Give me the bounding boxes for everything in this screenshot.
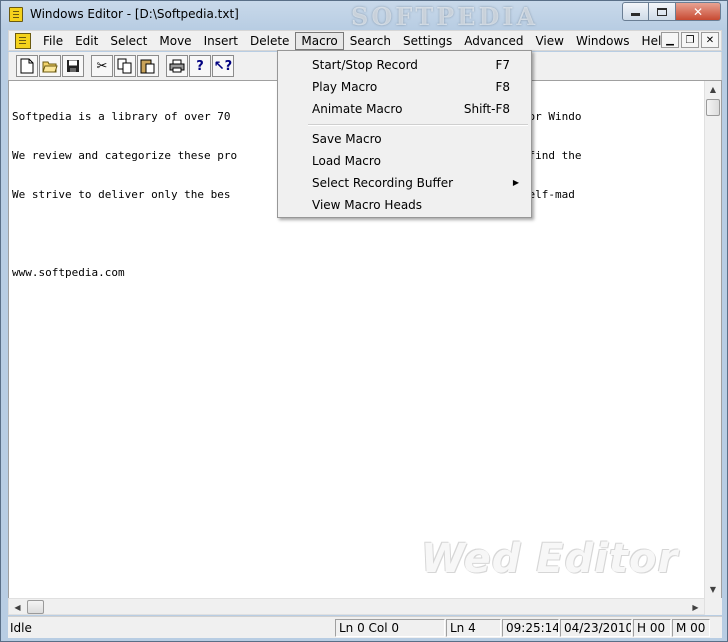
context-help-button[interactable]: ↖? <box>212 55 234 77</box>
paste-button[interactable] <box>137 55 159 77</box>
open-file-button[interactable] <box>39 55 61 77</box>
menu-windows[interactable]: Windows <box>570 32 636 50</box>
minimize-button[interactable] <box>622 2 649 21</box>
scroll-up-icon[interactable]: ▲ <box>705 81 721 98</box>
print-button[interactable] <box>166 55 188 77</box>
title-bar[interactable]: Windows Editor - [D:\Softpedia.txt] SOFT… <box>1 1 727 31</box>
menu-item-animate-macro[interactable]: Animate Macro Shift-F8 <box>280 98 529 120</box>
vertical-scroll-thumb[interactable] <box>706 99 720 116</box>
help-button[interactable]: ? <box>189 55 211 77</box>
open-folder-icon <box>42 61 58 73</box>
shortcut-label: F8 <box>495 80 510 94</box>
close-icon: ✕ <box>692 4 704 19</box>
editor-window: Windows Editor - [D:\Softpedia.txt] SOFT… <box>0 0 728 642</box>
status-position: Ln 0 Col 0 <box>335 619 445 637</box>
scroll-corner <box>705 598 722 615</box>
new-file-icon <box>20 58 34 74</box>
menu-advanced[interactable]: Advanced <box>458 32 529 50</box>
status-time: 09:25:14 <box>502 619 559 637</box>
status-line-count: Ln 4 <box>446 619 501 637</box>
menu-item-select-recording-buffer[interactable]: Select Recording Buffer ▶ <box>280 172 529 194</box>
submenu-arrow-icon: ▶ <box>512 178 519 187</box>
paste-icon <box>140 59 155 74</box>
menu-delete[interactable]: Delete <box>244 32 295 50</box>
scroll-down-icon[interactable]: ▼ <box>705 581 721 598</box>
menu-item-start-stop-record[interactable]: Start/Stop Record F7 <box>280 54 529 76</box>
restore-icon: ❐ <box>685 34 695 46</box>
menu-item-label: Play Macro <box>312 80 378 94</box>
app-notepad-icon[interactable] <box>9 7 23 22</box>
horizontal-scrollbar[interactable]: ◀ ▶ <box>8 598 705 615</box>
document-caption-buttons: ▁ ❐ ✕ <box>661 32 719 48</box>
doc-minimize-button[interactable]: ▁ <box>661 32 679 48</box>
window-title: Windows Editor - [D:\Softpedia.txt] <box>30 7 239 21</box>
doc-close-button[interactable]: ✕ <box>701 32 719 48</box>
status-hours: H 00 <box>633 619 671 637</box>
menu-item-load-macro[interactable]: Load Macro <box>280 150 529 172</box>
status-state: Idle <box>10 621 32 635</box>
scroll-left-icon[interactable]: ◀ <box>9 599 26 615</box>
help-icon: ? <box>196 58 204 74</box>
menu-settings[interactable]: Settings <box>397 32 458 50</box>
vertical-scrollbar[interactable]: ▲ ▼ <box>704 81 721 598</box>
copy-button[interactable] <box>114 55 136 77</box>
status-bar: Idle Ln 0 Col 0 Ln 4 09:25:14 04/23/2010… <box>8 616 722 638</box>
print-icon <box>169 59 185 73</box>
menu-item-save-macro[interactable]: Save Macro <box>280 128 529 150</box>
doc-restore-button[interactable]: ❐ <box>681 32 699 48</box>
softpedia-watermark: SOFTPEDIA <box>351 2 539 31</box>
menu-move[interactable]: Move <box>153 32 197 50</box>
minimize-icon <box>631 13 640 16</box>
close-icon: ✕ <box>705 34 715 46</box>
menu-item-label: Start/Stop Record <box>312 58 418 72</box>
menu-item-play-macro[interactable]: Play Macro F8 <box>280 76 529 98</box>
menu-macro[interactable]: Macro <box>295 31 344 50</box>
maximize-icon <box>657 7 667 16</box>
new-file-button[interactable] <box>16 55 38 77</box>
menu-item-label: Load Macro <box>312 154 381 168</box>
minimize-icon: ▁ <box>666 34 674 46</box>
close-button[interactable]: ✕ <box>676 2 721 21</box>
wed-editor-watermark: Wed Editor <box>421 536 679 582</box>
document-icon[interactable] <box>15 32 31 49</box>
menu-item-label: View Macro Heads <box>312 198 423 212</box>
menu-bar: File Edit Select Move Insert Delete Macr… <box>8 30 722 51</box>
copy-icon <box>117 58 132 74</box>
menu-separator <box>308 124 528 126</box>
text-line: ​ <box>12 227 582 240</box>
macro-menu-dropdown: Start/Stop Record F7 Play Macro F8 Anima… <box>277 50 532 218</box>
text-line: www.softpedia.com <box>12 266 125 279</box>
menu-item-label: Animate Macro <box>312 102 403 116</box>
save-icon <box>67 60 79 72</box>
menu-search[interactable]: Search <box>344 32 397 50</box>
scroll-right-icon[interactable]: ▶ <box>687 599 704 615</box>
menu-item-label: Select Recording Buffer <box>312 176 454 190</box>
menu-item-view-macro-heads[interactable]: View Macro Heads <box>280 194 529 216</box>
maximize-button[interactable] <box>649 2 676 21</box>
cut-button[interactable]: ✂ <box>91 55 113 77</box>
menu-edit[interactable]: Edit <box>69 32 104 50</box>
menu-select[interactable]: Select <box>104 32 153 50</box>
shortcut-label: Shift-F8 <box>463 102 510 116</box>
cut-icon: ✂ <box>96 58 108 74</box>
menu-view[interactable]: View <box>529 32 569 50</box>
save-button[interactable] <box>62 55 84 77</box>
menu-file[interactable]: File <box>37 32 69 50</box>
context-help-icon: ↖? <box>213 58 233 74</box>
horizontal-scroll-thumb[interactable] <box>27 600 44 614</box>
menu-insert[interactable]: Insert <box>198 32 244 50</box>
shortcut-label: F7 <box>495 58 510 72</box>
caption-buttons: ✕ <box>622 2 721 21</box>
status-date: 04/23/2010 <box>560 619 632 637</box>
status-minutes: M 00 <box>672 619 710 637</box>
menu-item-label: Save Macro <box>312 132 382 146</box>
